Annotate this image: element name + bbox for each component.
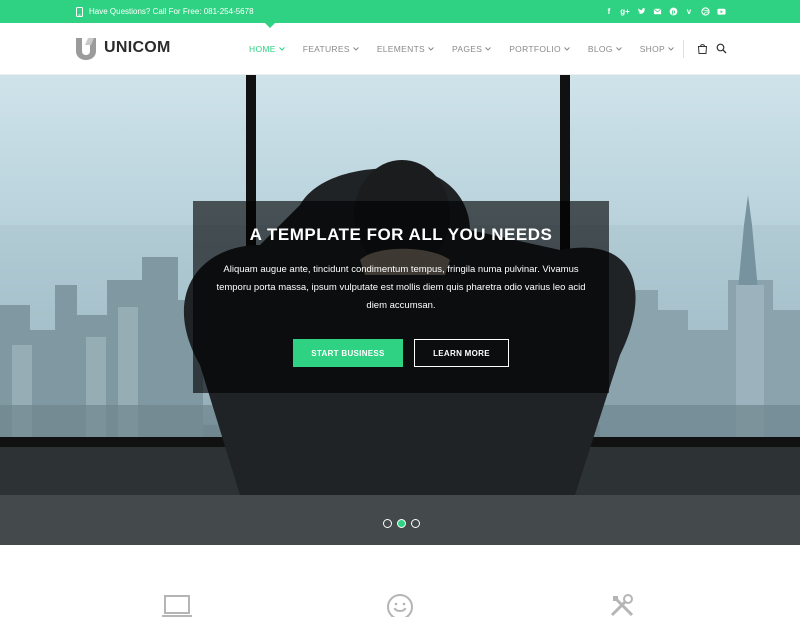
site-header: UNICOM HOME FEATURES ELEMENTS PAGES PORT… [0, 23, 800, 75]
slide-dot-2[interactable] [397, 519, 406, 528]
facebook-icon[interactable]: f [604, 7, 614, 17]
shopping-bag-icon[interactable] [697, 43, 708, 54]
learn-more-button[interactable]: LEARN MORE [414, 339, 509, 367]
chevron-down-icon [485, 47, 492, 51]
header-divider [683, 40, 684, 58]
nav-label: SHOP [639, 44, 665, 54]
nav-item-portfolio[interactable]: PORTFOLIO [509, 23, 570, 75]
twitter-icon[interactable] [636, 7, 646, 17]
smiley-icon [387, 594, 413, 617]
nav-label: HOME [249, 44, 276, 54]
features-section [0, 545, 800, 617]
pinterest-icon[interactable]: p [668, 7, 678, 17]
nav-item-elements[interactable]: ELEMENTS [377, 23, 434, 75]
nav-label: BLOG [587, 44, 613, 54]
brand-name: UNICOM [104, 39, 171, 56]
search-icon[interactable] [716, 43, 727, 54]
chevron-down-icon [428, 47, 434, 51]
logo[interactable]: UNICOM [74, 36, 171, 60]
chevron-down-icon [352, 47, 359, 51]
main-nav: HOME FEATURES ELEMENTS PAGES PORTFOLIO B… [249, 23, 692, 75]
chevron-down-icon [564, 47, 570, 51]
chevron-down-icon [615, 47, 622, 51]
vimeo-icon[interactable]: v [684, 7, 694, 17]
hero-slider: A TEMPLATE FOR ALL YOU NEEDS Aliquam aug… [0, 75, 800, 545]
nav-item-home[interactable]: HOME [249, 23, 285, 75]
contact-text: Have Questions? Call For Free: 081-254-5… [89, 7, 254, 16]
nav-label: PAGES [452, 44, 483, 54]
youtube-icon[interactable] [716, 7, 726, 17]
nav-label: FEATURES [302, 44, 350, 54]
hero-description: Aliquam augue ante, tincidunt condimentu… [216, 264, 586, 311]
laptop-icon [162, 595, 192, 617]
chevron-down-icon [668, 47, 674, 51]
active-indicator [265, 23, 275, 28]
contact-info: Have Questions? Call For Free: 081-254-5… [76, 6, 254, 17]
nav-item-blog[interactable]: BLOG [588, 23, 622, 75]
email-icon[interactable] [652, 7, 662, 17]
slide-dot-3[interactable] [411, 519, 420, 528]
nav-label: PORTFOLIO [509, 44, 561, 54]
start-business-button[interactable]: START BUSINESS [293, 339, 403, 367]
svg-text:p: p [671, 10, 675, 16]
google-plus-icon[interactable]: g+ [620, 7, 630, 17]
top-bar: Have Questions? Call For Free: 081-254-5… [0, 0, 800, 23]
phone-icon [76, 6, 83, 17]
nav-label: ELEMENTS [376, 44, 426, 54]
logo-mark-icon [76, 38, 96, 60]
slider-pagination [383, 519, 420, 528]
hero-title: A TEMPLATE FOR ALL YOU NEEDS [249, 225, 553, 244]
nav-item-shop[interactable]: SHOP [640, 23, 674, 75]
nav-item-features[interactable]: FEATURES [303, 23, 359, 75]
social-links: f g+ p v [604, 7, 726, 17]
slide-dot-1[interactable] [383, 519, 392, 528]
dribbble-icon[interactable] [700, 7, 710, 17]
chevron-down-icon [278, 47, 285, 51]
nav-item-pages[interactable]: PAGES [452, 23, 492, 75]
tools-icon [610, 594, 634, 617]
